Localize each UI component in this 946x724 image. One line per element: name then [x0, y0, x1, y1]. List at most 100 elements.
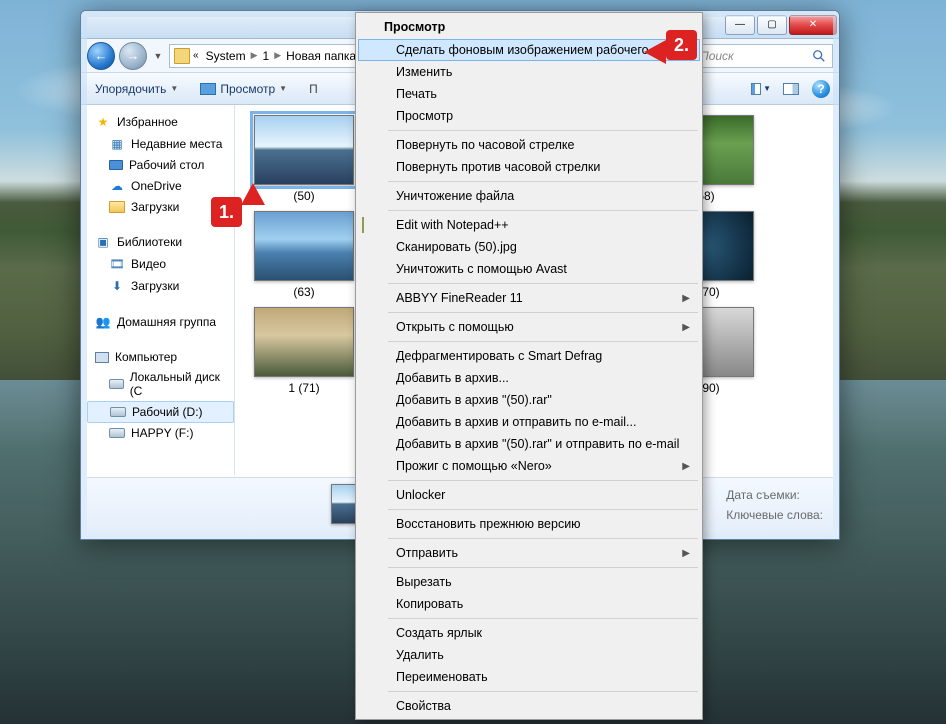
- notepad-icon: [362, 217, 364, 233]
- context-menu-item-label: Свойства: [396, 699, 451, 713]
- computer-header[interactable]: Компьютер: [87, 347, 234, 367]
- context-menu-item[interactable]: Повернуть против часовой стрелки: [358, 156, 700, 178]
- breadcrumb-segment[interactable]: 1: [259, 49, 274, 63]
- search-icon: [812, 49, 826, 63]
- context-menu-separator: [388, 691, 698, 692]
- sidebar-item-video[interactable]: 🎞Видео: [87, 253, 234, 275]
- context-menu-item[interactable]: Переименовать: [358, 666, 700, 688]
- context-menu-item[interactable]: Уничтожение файла: [358, 185, 700, 207]
- breadcrumb-segment[interactable]: System: [202, 49, 250, 63]
- details-pane-toggle[interactable]: [781, 79, 801, 99]
- sidebar-item-drive-d[interactable]: Рабочий (D:): [87, 401, 234, 423]
- context-menu-item[interactable]: Печать: [358, 83, 700, 105]
- favorites-header[interactable]: ★Избранное: [87, 111, 234, 133]
- sidebar-item-recent[interactable]: ▦Недавние места: [87, 133, 234, 155]
- context-menu-separator: [388, 130, 698, 131]
- preview-button[interactable]: Просмотр▼: [194, 79, 293, 99]
- context-menu-item-label: Создать ярлык: [396, 626, 482, 640]
- context-menu-separator: [388, 509, 698, 510]
- maximize-button[interactable]: ▢: [757, 15, 787, 35]
- context-menu-separator: [388, 480, 698, 481]
- submenu-arrow-icon: ▶: [682, 548, 690, 559]
- desktop-icon: [109, 160, 123, 170]
- close-button[interactable]: ✕: [789, 15, 837, 35]
- context-menu-item[interactable]: Edit with Notepad++: [358, 214, 700, 236]
- context-menu-item[interactable]: Удалить: [358, 644, 700, 666]
- context-menu-item[interactable]: ABBYY FineReader 11▶: [358, 287, 700, 309]
- folder-icon: [174, 48, 190, 64]
- file-thumbnail[interactable]: 1 (71): [241, 307, 367, 395]
- minimize-button[interactable]: —: [725, 15, 755, 35]
- context-menu-item-label: Повернуть по часовой стрелке: [396, 138, 574, 152]
- context-menu-item[interactable]: Уничтожить с помощью Avast: [358, 258, 700, 280]
- context-menu-item[interactable]: Сканировать (50).jpg: [358, 236, 700, 258]
- sidebar-item-desktop[interactable]: Рабочий стол: [87, 155, 234, 175]
- context-menu-item-label: Просмотр: [396, 109, 453, 123]
- context-menu-separator: [388, 312, 698, 313]
- forward-button[interactable]: →: [119, 42, 147, 70]
- file-thumbnail[interactable]: (63): [241, 211, 367, 299]
- annotation-callout-1: 1.: [211, 203, 242, 221]
- star-icon: ★: [95, 114, 111, 130]
- context-menu-item-label: Уничтожить с помощью Avast: [396, 262, 567, 276]
- preview-icon: [200, 83, 216, 95]
- chevron-down-icon: ▼: [279, 84, 287, 93]
- context-menu-item[interactable]: Свойства: [358, 695, 700, 717]
- context-menu-item[interactable]: Добавить в архив...: [358, 367, 700, 389]
- context-menu-separator: [388, 181, 698, 182]
- breadcrumb-segment[interactable]: Новая папка: [282, 49, 360, 63]
- layout-icon: [751, 83, 761, 95]
- submenu-arrow-icon: ▶: [682, 293, 690, 304]
- context-menu-item[interactable]: Копировать: [358, 593, 700, 615]
- context-menu-item[interactable]: Восстановить прежнюю версию: [358, 513, 700, 535]
- sidebar-item-onedrive[interactable]: ☁OneDrive: [87, 175, 234, 197]
- context-menu-item[interactable]: Добавить в архив "(50).rar" и отправить …: [358, 433, 700, 455]
- context-menu-item[interactable]: Просмотр: [358, 105, 700, 127]
- sidebar-item-downloads-lib[interactable]: ⬇Загрузки: [87, 275, 234, 297]
- context-menu-separator: [388, 538, 698, 539]
- context-menu-item-label: Прожиг с помощью «Nero»: [396, 459, 552, 473]
- sidebar-item-drive-f[interactable]: HAPPY (F:): [87, 423, 234, 443]
- context-menu-item-label: Повернуть против часовой стрелки: [396, 160, 600, 174]
- search-input[interactable]: Поиск: [693, 44, 833, 68]
- context-menu-item[interactable]: Создать ярлык: [358, 622, 700, 644]
- view-options-button[interactable]: ▼: [751, 79, 771, 99]
- context-menu-item[interactable]: Unlocker: [358, 484, 700, 506]
- search-placeholder: Поиск: [700, 49, 734, 63]
- context-menu-item[interactable]: Добавить в архив "(50).rar": [358, 389, 700, 411]
- context-menu-item[interactable]: Прожиг с помощью «Nero»▶: [358, 455, 700, 477]
- onedrive-icon: ☁: [109, 178, 125, 194]
- context-menu-item[interactable]: Отправить ▶: [358, 542, 700, 564]
- context-menu-item-label: Отправить: [396, 546, 458, 560]
- context-menu-item-label: Переименовать: [396, 670, 488, 684]
- context-menu-item[interactable]: Повернуть по часовой стрелке: [358, 134, 700, 156]
- toolbar-more[interactable]: П: [303, 79, 325, 99]
- navigation-pane: ★Избранное ▦Недавние места Рабочий стол …: [87, 105, 235, 475]
- homegroup-header[interactable]: 👥Домашняя группа: [87, 311, 234, 333]
- help-button[interactable]: ?: [811, 79, 831, 99]
- drive-icon: [109, 428, 125, 438]
- context-menu-title: Просмотр: [358, 15, 700, 39]
- context-menu-item-label: Сделать фоновым изображением рабочего ст…: [396, 43, 685, 57]
- context-menu-item-label: Уничтожение файла: [396, 189, 514, 203]
- context-menu-item[interactable]: Вырезать: [358, 571, 700, 593]
- back-button[interactable]: ←: [87, 42, 115, 70]
- back-icon: ←: [95, 48, 108, 63]
- context-menu-item-label: Изменить: [396, 65, 452, 79]
- context-menu-item[interactable]: Изменить: [358, 61, 700, 83]
- annotation-callout-2: 2.: [666, 36, 697, 54]
- homegroup-icon: 👥: [95, 314, 111, 330]
- details-keywords-label: Ключевые слова:: [726, 508, 823, 522]
- libraries-header[interactable]: ▣Библиотеки: [87, 231, 234, 253]
- context-menu-item[interactable]: Дефрагментировать с Smart Defrag: [358, 345, 700, 367]
- help-icon: ?: [812, 80, 830, 98]
- nav-history-dropdown[interactable]: ▼: [151, 51, 165, 61]
- close-icon: ✕: [809, 19, 817, 30]
- context-menu-item[interactable]: Добавить в архив и отправить по e-mail..…: [358, 411, 700, 433]
- context-menu-item-label: Восстановить прежнюю версию: [396, 517, 581, 531]
- organize-button[interactable]: Упорядочить▼: [89, 79, 184, 99]
- context-menu-item-label: Печать: [396, 87, 437, 101]
- sidebar-item-drive-c[interactable]: Локальный диск (C: [87, 367, 234, 401]
- context-menu-item[interactable]: Открыть с помощью▶: [358, 316, 700, 338]
- drive-icon: [110, 407, 126, 417]
